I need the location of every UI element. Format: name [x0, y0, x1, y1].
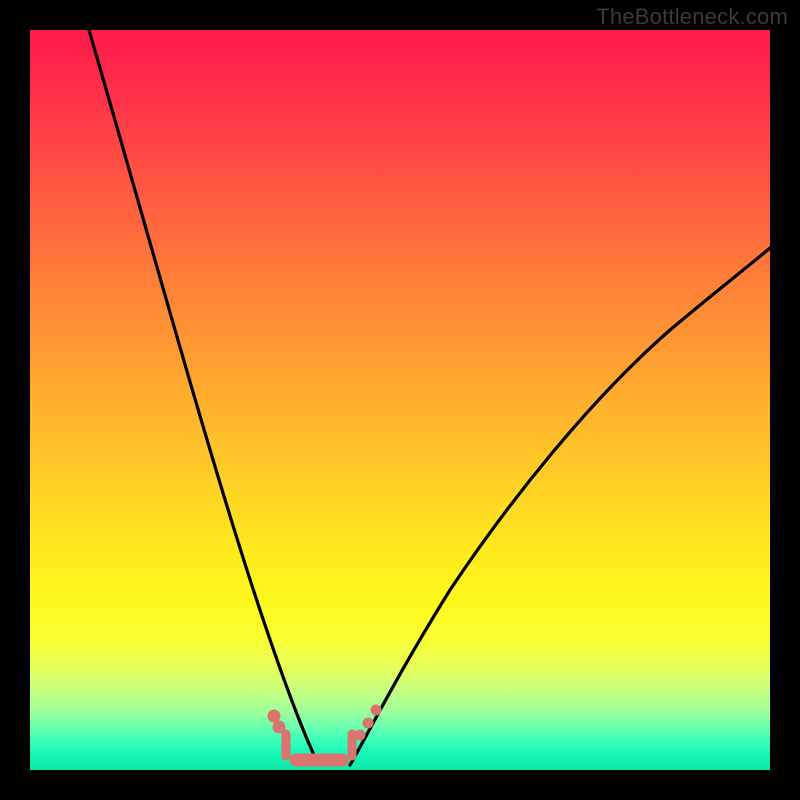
- left-curve: [89, 30, 320, 765]
- chart-frame: TheBottleneck.com: [0, 0, 800, 800]
- marker-band: [268, 705, 381, 766]
- curve-overlay: [30, 30, 770, 770]
- watermark-text: TheBottleneck.com: [596, 4, 788, 30]
- right-curve: [350, 248, 770, 765]
- plot-area: [30, 30, 770, 770]
